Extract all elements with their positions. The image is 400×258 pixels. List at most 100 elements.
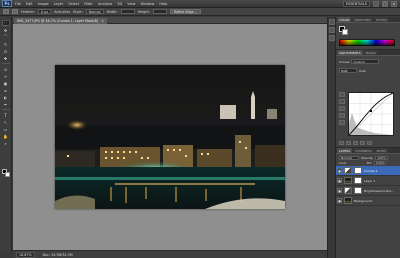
rectangular-marquee-icon[interactable]: ⬚ [1,20,10,26]
layer-mask-thumbnail[interactable] [354,167,362,174]
hand-tool-icon[interactable]: ✋ [2,133,10,139]
eye-icon[interactable]: ● [337,198,342,203]
quick-selection-icon[interactable]: ✎ [2,41,10,47]
feather-input[interactable]: 0 px [37,9,52,14]
layer-row[interactable]: ● Layer 1 [336,176,400,186]
right-panels: COLOR SWATCHES STYLES ADJUSTMENTS MASKS … [336,17,400,258]
brush-tool-icon[interactable]: ✑ [2,73,10,79]
curve-pencil-icon[interactable] [339,99,345,104]
zoom-tool-icon[interactable]: ⌕ [2,140,10,146]
maximize-button[interactable]: □ [382,1,388,7]
menu-filter[interactable]: Filter [84,2,93,6]
tools-divider [1,63,10,64]
panel-dock-icons [327,17,336,258]
lasso-tool-icon[interactable]: ⌒ [2,34,10,40]
workspace-switcher[interactable]: ESSENTIALS [342,1,370,7]
brushes-panel-icon[interactable] [328,35,335,41]
delete-adjustment-icon[interactable] [367,141,372,145]
history-panel-icon[interactable] [328,19,335,25]
eyedropper-icon[interactable]: ✚ [2,55,10,61]
auto-button[interactable]: Auto [359,69,366,73]
type-tool-icon[interactable]: T [2,112,10,118]
eye-icon[interactable]: ● [337,168,342,173]
menu-3d[interactable]: 3D [117,2,122,6]
tab-channels[interactable]: CHANNELS [353,148,374,153]
photoshop-window: Ps File Edit Image Layer Select Filter A… [0,0,400,258]
opacity-input[interactable]: 100% [375,156,388,160]
selection-mode-icon[interactable] [12,9,18,14]
menu-select[interactable]: Select [68,2,79,6]
toggle-visibility-icon[interactable] [353,141,358,145]
canvas-area[interactable] [13,24,327,250]
move-tool-icon[interactable]: ✥ [2,27,10,33]
gradient-tool-icon[interactable]: ◐ [2,94,10,100]
marquee-tool-icon[interactable] [3,9,9,14]
tab-adjustments[interactable]: ADJUSTMENTS [337,50,363,55]
curve-pointer-icon[interactable] [339,92,345,97]
layer-row[interactable]: ● Brightness/Contra... [336,186,400,196]
brightness-contrast-icon [344,187,352,194]
eye-icon[interactable]: ● [337,188,342,193]
panel-background-swatch[interactable] [342,29,348,35]
menu-window[interactable]: Window [141,2,155,6]
black-point-eyedropper-icon[interactable] [339,106,345,111]
close-window-button[interactable]: × [391,1,397,7]
layer-row[interactable]: ● Background [336,196,400,206]
menu-edit[interactable]: Edit [26,2,33,6]
antialias-label[interactable]: Anti-alias [54,10,70,14]
adjustments-panel: Curves Custom RGB Auto [336,56,400,148]
layer-mask-thumbnail[interactable] [354,177,362,184]
style-select[interactable]: Normal [85,9,104,14]
return-to-list-icon[interactable] [339,141,344,145]
channel-select[interactable]: RGB [339,68,357,73]
menu-file[interactable]: File [15,2,21,6]
options-bar: Feather: 0 px Anti-alias Style: Normal W… [0,8,400,16]
reset-icon[interactable] [360,141,365,145]
menu-layer[interactable]: Layer [54,2,64,6]
refine-edge-button[interactable]: Refine Edge... [169,9,201,14]
menu-view[interactable]: View [127,2,135,6]
curves-graph[interactable] [348,92,394,136]
document-size[interactable]: Doc: 34.3M/34.3M [43,253,73,257]
feather-label: Feather: [21,9,35,14]
tab-masks[interactable]: MASKS [363,50,379,55]
background-color-swatch[interactable] [5,172,10,177]
fill-input[interactable]: 100% [373,161,387,165]
close-document-icon[interactable]: × [101,19,104,23]
gray-point-eyedropper-icon[interactable] [339,113,345,118]
night-city-photo[interactable] [55,65,285,209]
healing-brush-icon[interactable]: ⊘ [2,66,10,72]
tab-paths[interactable]: PATHS [374,148,389,153]
actions-panel-icon[interactable] [328,27,335,33]
layer-row[interactable]: ● Curves 1 [336,166,400,176]
layer-mask-thumbnail[interactable] [354,187,362,194]
tab-color[interactable]: COLOR [337,17,352,22]
layers-panel: Normal Opacity: 100% Lock: Fill: 100% ● … [336,154,400,258]
color-spectrum-shade [339,39,395,46]
zoom-level[interactable]: 16.67% [16,251,35,258]
height-input[interactable] [152,9,167,14]
shape-tool-icon[interactable]: ▭ [2,126,10,132]
width-input[interactable] [120,9,135,14]
pen-tool-icon[interactable]: ✒ [2,101,10,107]
preset-select[interactable]: Custom [351,59,380,64]
document-title: IMG_3477.JPG @ 16.7% (Curves 1, Layer Ma… [17,19,99,23]
path-selection-icon[interactable]: ↖ [2,119,10,125]
clone-stamp-icon[interactable]: ▣ [2,80,10,86]
white-point-eyedropper-icon[interactable] [339,120,345,125]
blend-mode-select[interactable]: Normal [339,156,359,160]
document-tab-bar: IMG_3477.JPG @ 16.7% (Curves 1, Layer Ma… [13,17,327,24]
opacity-label: Opacity: [361,156,374,160]
eraser-tool-icon[interactable]: ⌀ [2,87,10,93]
crop-tool-icon[interactable]: ⊡ [2,48,10,54]
tab-layers[interactable]: LAYERS [337,148,353,153]
eye-icon[interactable]: ● [337,178,342,183]
tab-styles[interactable]: STYLES [373,17,389,22]
clip-to-layer-icon[interactable] [346,141,351,145]
minimize-button[interactable]: – [373,1,379,7]
menu-analysis[interactable]: Analysis [98,2,112,6]
tab-swatches[interactable]: SWATCHES [352,17,373,22]
menu-right-controls: ESSENTIALS – □ × [342,1,397,7]
menu-help[interactable]: Help [159,2,167,6]
menu-image[interactable]: Image [38,2,49,6]
